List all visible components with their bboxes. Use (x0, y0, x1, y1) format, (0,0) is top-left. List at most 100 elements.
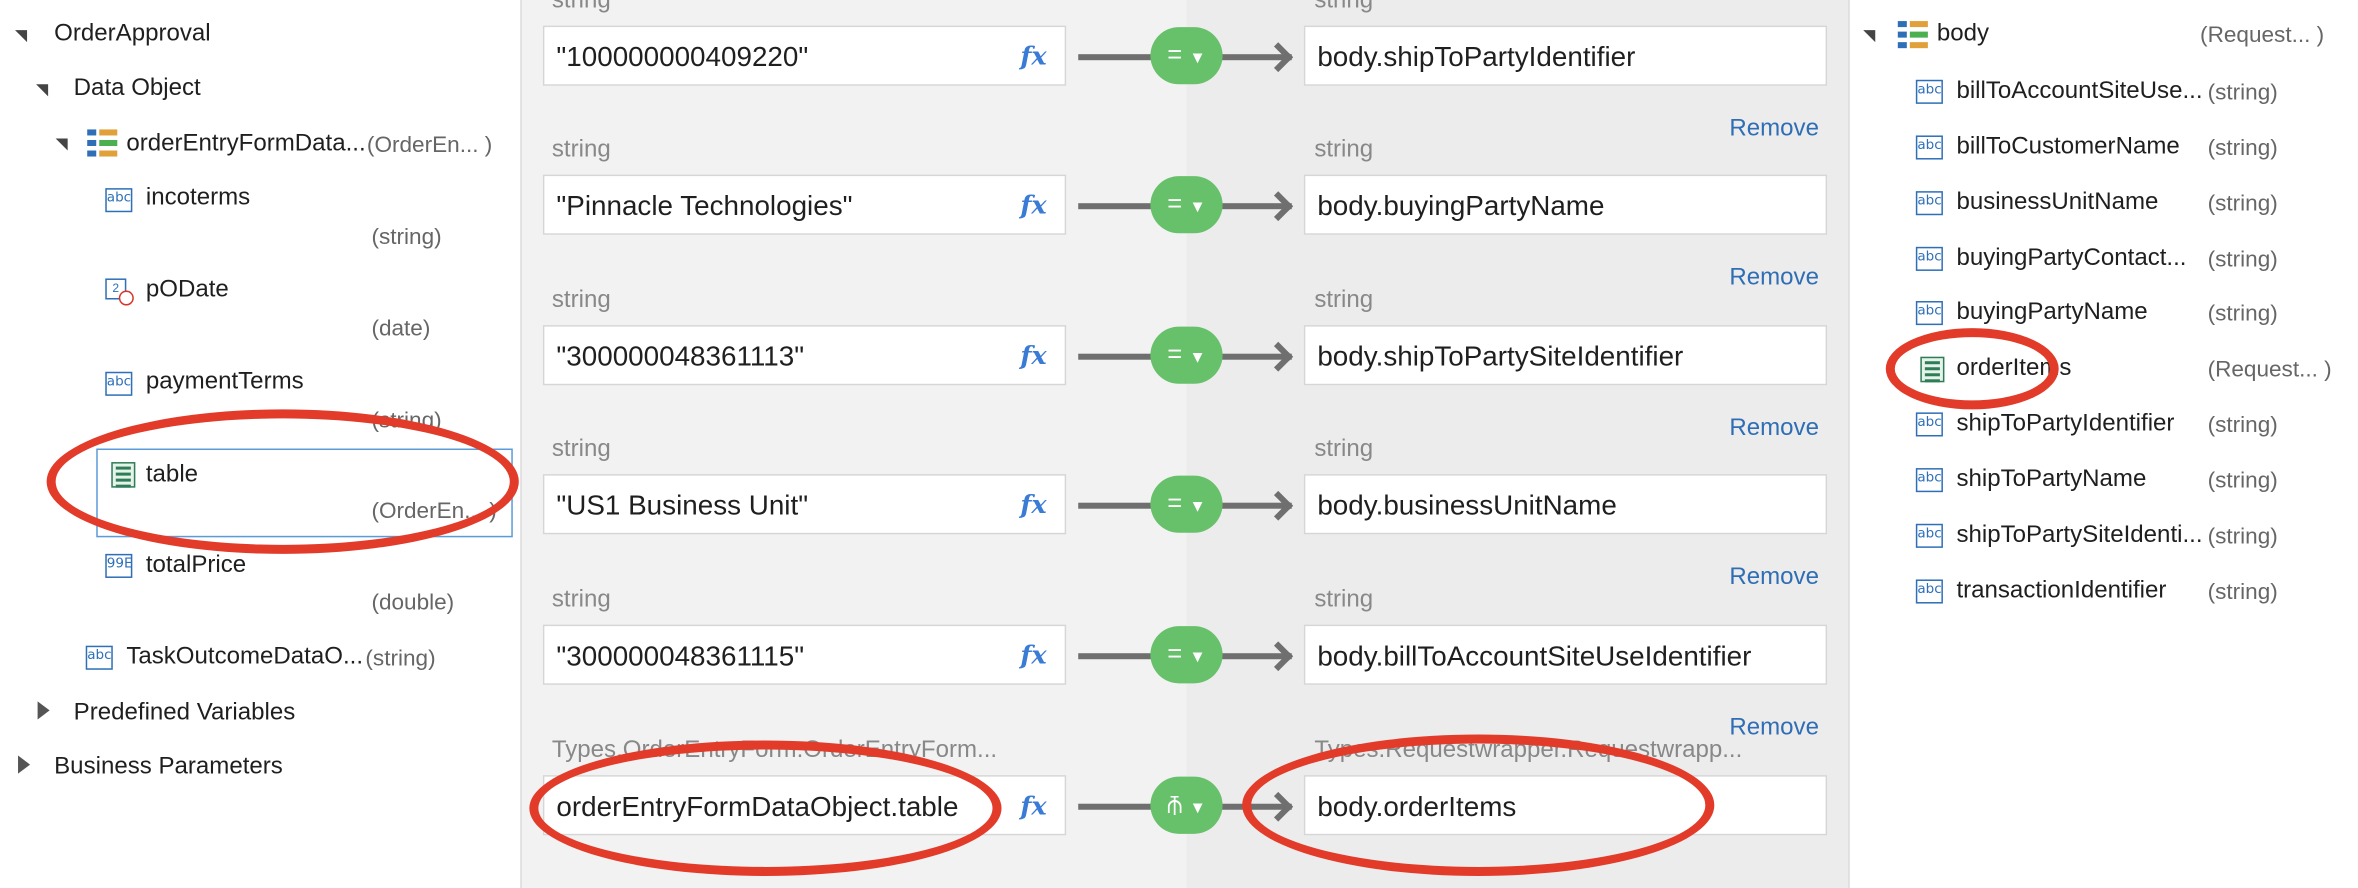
source-value: "US1 Business Unit" (556, 489, 809, 521)
target-field-item[interactable]: transactionIdentifier (1956, 578, 2166, 605)
target-field-type: (string) (2207, 135, 2278, 162)
abc-icon: abc (1915, 523, 1943, 548)
abc-icon: abc (1915, 468, 1943, 493)
target-field-item[interactable]: billToCustomerName (1956, 134, 2179, 161)
target-field-type: (string) (2207, 79, 2278, 106)
target-type-label: string (1314, 287, 1374, 314)
target-value: body.billToAccountSiteUseIdentifier (1317, 639, 1752, 672)
function-icon[interactable]: fx (1020, 327, 1046, 384)
expand-business-icon[interactable] (18, 755, 31, 774)
task-outcome-label[interactable]: TaskOutcomeDataO... (126, 644, 363, 671)
field-podate[interactable]: pODate (146, 277, 229, 304)
operator-symbol: = (1167, 489, 1183, 518)
field-totalprice[interactable]: totalPrice (146, 552, 246, 579)
target-field-item[interactable]: businessUnitName (1956, 190, 2158, 217)
source-value-field[interactable]: "300000048361113" fx (542, 325, 1067, 386)
target-field-item[interactable]: shipToPartyName (1956, 467, 2146, 494)
remove-link[interactable]: Remove (1729, 265, 1819, 292)
source-type-label: string (551, 287, 611, 314)
abc-icon: abc (105, 188, 133, 213)
remove-link[interactable]: Remove (1729, 415, 1819, 442)
operator-symbol: ⫚ (1167, 790, 1183, 819)
target-field-item[interactable]: billToAccountSiteUse... (1956, 78, 2202, 105)
source-value: "100000000409220" (556, 40, 809, 73)
target-field[interactable]: body.shipToPartyIdentifier (1303, 25, 1828, 86)
chevron-down-icon: ▼ (1189, 498, 1206, 517)
target-field-type: (string) (2207, 412, 2278, 438)
operator-dropdown[interactable]: = ▼ (1150, 326, 1223, 384)
structure-icon (87, 129, 118, 157)
operator-symbol: = (1167, 639, 1183, 669)
source-tree-panel: OrderApproval Data Object orderEntryForm… (0, 0, 520, 888)
function-icon[interactable]: fx (1020, 27, 1046, 84)
target-field-type: (string) (2207, 579, 2278, 606)
form-object-label[interactable]: orderEntryFormData... (126, 131, 365, 158)
remove-link[interactable]: Remove (1729, 116, 1819, 143)
source-type-label: string (551, 436, 611, 463)
source-value-field[interactable]: "Pinnacle Technologies" fx (542, 174, 1067, 235)
field-incoterms[interactable]: incoterms (146, 185, 250, 212)
source-value-field[interactable]: "100000000409220" fx (542, 25, 1067, 86)
chevron-down-icon: ▼ (1189, 49, 1206, 68)
target-field-item[interactable]: buyingPartyName (1956, 300, 2147, 327)
target-tree-panel: body (Request... ) abc billToAccountSite… (1848, 0, 2358, 888)
operator-dropdown[interactable]: = ▼ (1150, 27, 1223, 85)
abc-icon: abc (1915, 301, 1943, 326)
calendar-icon: 2 (105, 277, 135, 307)
target-field[interactable]: body.shipToPartySiteIdentifier (1303, 325, 1828, 386)
source-value-field[interactable]: "300000048361115" fx (542, 624, 1067, 685)
collapse-form-icon[interactable] (55, 138, 68, 151)
field-paymentterms[interactable]: paymentTerms (146, 369, 304, 396)
remove-link[interactable]: Remove (1729, 564, 1819, 591)
data-object-label[interactable]: Data Object (74, 75, 201, 102)
abc-icon: abc (1915, 412, 1943, 437)
source-value: "Pinnacle Technologies" (556, 189, 853, 222)
chevron-down-icon: ▼ (1189, 799, 1206, 818)
number-icon: 99E (105, 553, 133, 578)
function-icon[interactable]: fx (1020, 777, 1046, 834)
operator-dropdown[interactable]: = ▼ (1150, 475, 1223, 533)
function-icon[interactable]: fx (1020, 626, 1046, 683)
collapse-body-icon[interactable] (1863, 30, 1876, 43)
table-icon (111, 462, 136, 488)
chevron-down-icon: ▼ (1189, 198, 1206, 217)
target-field[interactable]: body.orderItems (1303, 775, 1828, 836)
body-label[interactable]: body (1937, 21, 1989, 48)
source-value: orderEntryFormDataObject.table (556, 790, 959, 822)
target-field-type: (string) (2207, 191, 2278, 217)
chevron-down-icon: ▼ (1189, 349, 1206, 368)
predefined-variables[interactable]: Predefined Variables (74, 700, 296, 727)
target-type-label: Types.Requestwrapper.Requestwrapp... (1314, 737, 1743, 764)
source-value-field[interactable]: "US1 Business Unit" fx (542, 474, 1067, 535)
target-field-item[interactable]: orderItems (1956, 355, 2071, 382)
expand-predefined-icon[interactable] (37, 701, 50, 720)
collapse-data-object-icon[interactable] (36, 84, 49, 97)
target-field[interactable]: body.buyingPartyName (1303, 174, 1828, 235)
field-table[interactable]: table (146, 462, 198, 489)
target-field-item[interactable]: shipToPartyIdentifier (1956, 411, 2174, 438)
business-parameters[interactable]: Business Parameters (54, 754, 283, 781)
source-type-label: string (551, 0, 611, 14)
abc-icon: abc (1915, 579, 1943, 604)
function-icon[interactable]: fx (1020, 176, 1046, 233)
operator-symbol: = (1167, 340, 1183, 369)
remove-link[interactable]: Remove (1729, 715, 1819, 742)
target-type-label: string (1314, 436, 1374, 463)
operator-dropdown[interactable]: ⫚ ▼ (1150, 776, 1223, 834)
target-field[interactable]: body.businessUnitName (1303, 474, 1828, 535)
target-field-item[interactable]: buyingPartyContact... (1956, 245, 2186, 272)
form-object-type: (OrderEn... ) (366, 132, 493, 159)
target-field-type: (string) (2207, 301, 2278, 327)
tree-root-label[interactable]: OrderApproval (54, 21, 210, 48)
operator-dropdown[interactable]: = ▼ (1150, 626, 1223, 684)
source-type-label: Types.OrderEntryForm.OrderEntryForm... (551, 737, 998, 764)
target-field[interactable]: body.billToAccountSiteUseIdentifier (1303, 624, 1828, 685)
abc-icon: abc (1915, 79, 1943, 104)
function-icon[interactable]: fx (1020, 476, 1046, 533)
target-field-item[interactable]: shipToPartySiteIdenti... (1956, 522, 2202, 549)
collapse-root-icon[interactable] (15, 30, 28, 43)
operator-dropdown[interactable]: = ▼ (1150, 176, 1223, 234)
source-value-field[interactable]: orderEntryFormDataObject.table fx (542, 775, 1067, 836)
mapper-view: OrderApproval Data Object orderEntryForm… (0, 0, 2358, 888)
field-podate-type: (date) (371, 316, 431, 342)
